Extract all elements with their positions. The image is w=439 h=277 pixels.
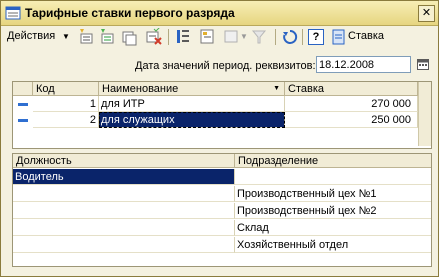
add-row-icon[interactable] xyxy=(78,28,94,46)
position-cell[interactable] xyxy=(13,220,235,236)
toolbar: Действия ▼ ▼ ? Ставка xyxy=(1,26,438,48)
scrollbar[interactable] xyxy=(418,82,431,146)
row-marker-icon xyxy=(18,103,28,106)
name-cell-selected[interactable]: для служащих xyxy=(99,112,285,128)
rates-table: Код Наименование ▼ Ставка 1 для ИТР 270 0… xyxy=(12,81,432,149)
name-column-header[interactable]: Наименование ▼ xyxy=(99,82,285,96)
rate-cell[interactable]: 270 000 xyxy=(285,96,418,112)
actions-menu[interactable]: Действия xyxy=(7,30,55,42)
add-group-icon[interactable] xyxy=(99,28,115,46)
sort-down-icon: ▼ xyxy=(273,85,280,92)
position-cell[interactable] xyxy=(13,203,235,219)
rate-column-header[interactable]: Ставка xyxy=(285,82,418,96)
stavka-button[interactable]: Ставка xyxy=(348,30,384,42)
position-cell[interactable] xyxy=(13,237,235,253)
department-column-header[interactable]: Подразделение xyxy=(235,154,431,168)
sort-icon[interactable] xyxy=(175,28,191,46)
position-column-header[interactable]: Должность xyxy=(13,154,235,168)
name-column-header-label: Наименование xyxy=(102,83,179,95)
department-cell[interactable]: Производственный цех №2 xyxy=(235,203,431,219)
department-cell[interactable]: Хозяйственный отдел xyxy=(235,237,431,253)
rate-cell[interactable]: 250 000 xyxy=(285,112,418,128)
period-date-field[interactable]: 18.12.2008 xyxy=(316,56,411,73)
code-cell[interactable]: 2 xyxy=(33,112,99,128)
department-cell[interactable]: Производственный цех №1 xyxy=(235,186,431,202)
copy-row-icon[interactable] xyxy=(121,28,137,46)
rates-window: Тарифные ставки первого разряда ✕ Действ… xyxy=(0,0,439,277)
row-marker-icon xyxy=(18,119,28,122)
actions-dropdown-icon[interactable]: ▼ xyxy=(62,32,70,41)
name-cell[interactable]: для ИТР xyxy=(99,96,285,112)
hierarchy-icon[interactable] xyxy=(199,28,215,46)
period-date-label: Дата значений период. реквизитов: xyxy=(135,60,316,72)
code-cell[interactable]: 1 xyxy=(33,96,99,112)
title-bar[interactable]: Тарифные ставки первого разряда ✕ xyxy=(1,1,438,26)
refresh-icon[interactable] xyxy=(282,28,298,46)
department-cell[interactable] xyxy=(235,169,431,185)
position-cell[interactable] xyxy=(13,186,235,202)
department-cell[interactable]: Склад xyxy=(235,220,431,236)
position-cell-selected[interactable]: Водитель xyxy=(13,169,235,185)
delete-row-icon[interactable] xyxy=(145,28,163,46)
calendar-icon[interactable] xyxy=(417,58,429,70)
positions-table: Должность Подразделение Водитель Произво… xyxy=(12,153,432,267)
list-window-icon xyxy=(5,6,21,20)
clear-filter-icon xyxy=(251,30,267,44)
close-button[interactable]: ✕ xyxy=(418,5,435,22)
help-button[interactable]: ? xyxy=(308,29,324,45)
code-column-header[interactable]: Код xyxy=(33,82,99,96)
filter-dropdown-icon: ▼ xyxy=(240,32,248,41)
rate-doc-icon xyxy=(332,29,345,45)
row-marker-header xyxy=(13,82,33,96)
filter-icon xyxy=(224,30,238,43)
window-title: Тарифные ставки первого разряда xyxy=(25,6,235,20)
